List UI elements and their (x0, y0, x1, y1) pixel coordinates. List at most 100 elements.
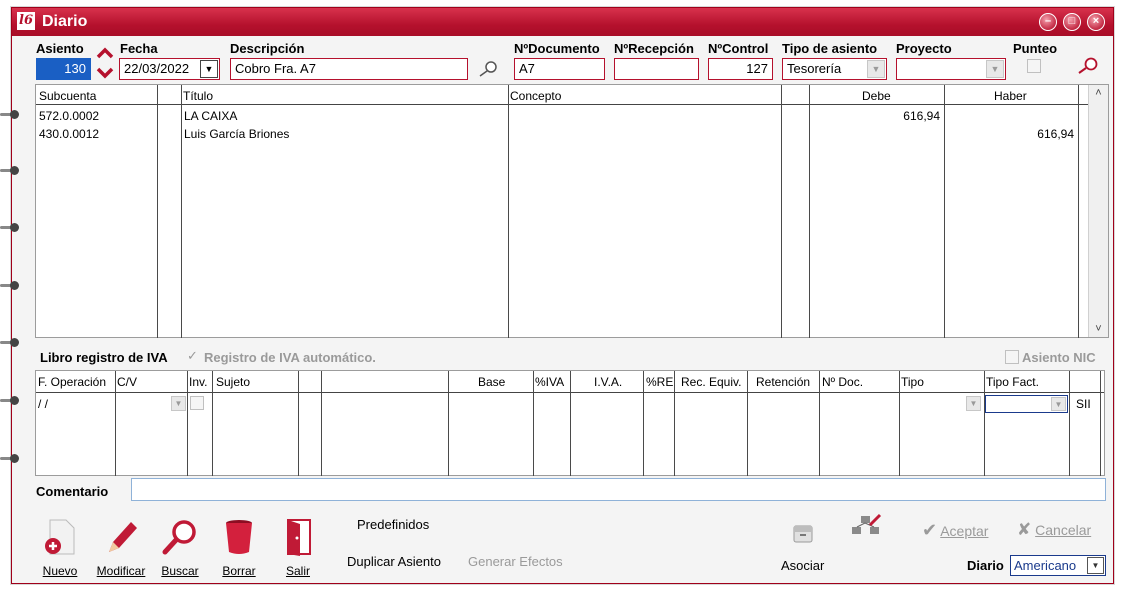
binder-ring-icon (0, 338, 20, 348)
entries-scrollbar[interactable]: ˄ ˅ (1088, 85, 1108, 337)
col-n-doc[interactable]: Nº Doc. (822, 375, 863, 389)
buscar-button[interactable]: Buscar (150, 518, 210, 578)
chevron-down-icon[interactable]: ▼ (986, 60, 1004, 78)
nuevo-button[interactable]: Nuevo (30, 518, 90, 578)
col-retencion[interactable]: Retención (756, 375, 810, 389)
titulo-cell[interactable]: Luis García Briones (184, 127, 289, 141)
tipo-asiento-select[interactable]: Tesorería ▼ (782, 58, 887, 80)
chevron-down-icon[interactable]: ▼ (171, 396, 186, 411)
proyecto-label: Proyecto (896, 41, 952, 56)
aceptar-button[interactable]: ✔ Aceptar (922, 520, 988, 541)
haber-cell[interactable]: 616,94 (1037, 127, 1074, 141)
duplicar-asiento-button[interactable]: Duplicar Asiento (347, 554, 441, 569)
salir-label: Salir (285, 564, 310, 578)
salir-button[interactable]: Salir (268, 518, 328, 578)
magnifier-icon (160, 518, 200, 558)
col-re-pct[interactable]: %RE (646, 375, 673, 389)
tipo-fact-select[interactable]: ▼ (985, 395, 1068, 413)
modificar-label: Modificar (96, 564, 146, 578)
col-subcuenta[interactable]: Subcuenta (39, 89, 96, 103)
punteo-checkbox[interactable] (1027, 59, 1041, 73)
entries-grid[interactable]: Subcuenta Título Concepto Debe Haber 572… (35, 84, 1109, 338)
maximize-icon[interactable]: □ (1063, 13, 1081, 31)
ncontrol-field[interactable]: 127 (708, 58, 773, 80)
col-sujeto[interactable]: Sujeto (216, 375, 250, 389)
scroll-up-icon[interactable]: ˄ (1089, 87, 1108, 99)
proyecto-select[interactable]: ▼ (896, 58, 1006, 80)
cancelar-button[interactable]: ✘ Cancelar (1017, 520, 1091, 540)
col-concepto[interactable]: Concepto (510, 89, 561, 103)
nrecepcion-label: NºRecepción (614, 41, 694, 56)
predefinidos-button[interactable]: Predefinidos (357, 517, 429, 532)
fecha-field[interactable]: 22/03/2022 ▼ (119, 58, 220, 80)
col-tipo-fact[interactable]: Tipo Fact. (986, 375, 1039, 389)
col-f-operacion[interactable]: F. Operación (38, 375, 106, 389)
chevron-down-icon[interactable]: ▼ (1087, 557, 1104, 574)
network-link-icon[interactable] (850, 513, 882, 539)
generar-efectos-button[interactable]: Generar Efectos (468, 554, 563, 569)
sii-cell: SII (1076, 397, 1091, 411)
col-iva[interactable]: I.V.A. (594, 375, 622, 389)
binder-ring-icon (0, 110, 20, 120)
col-haber[interactable]: Haber (994, 89, 1027, 103)
debe-cell[interactable]: 616,94 (903, 109, 940, 123)
libro-iva-label: Libro registro de IVA (40, 350, 168, 365)
borrar-label: Borrar (222, 564, 256, 578)
app-logo-icon: l6 (17, 12, 35, 30)
asociar-button[interactable]: Asociar (781, 558, 824, 573)
borrar-button[interactable]: Borrar (209, 518, 269, 578)
titulo-cell[interactable]: LA CAIXA (184, 109, 237, 123)
col-tipo[interactable]: Tipo (901, 375, 924, 389)
col-titulo[interactable]: Título (183, 89, 213, 103)
close-icon[interactable]: × (1087, 13, 1105, 31)
chevron-down-icon[interactable]: ▼ (867, 60, 885, 78)
ndocumento-field[interactable]: A7 (514, 58, 605, 80)
minimize-icon[interactable]: – (1039, 13, 1057, 31)
subcuenta-cell[interactable]: 430.0.0012 (39, 127, 99, 141)
ndocumento-label: NºDocumento (514, 41, 600, 56)
asiento-nic-checkbox[interactable] (1005, 350, 1019, 364)
col-inv[interactable]: Inv. (189, 375, 207, 389)
title-bar[interactable]: l6 Diario – □ × (12, 8, 1113, 36)
pencil-icon (101, 518, 141, 558)
tipo-asiento-label: Tipo de asiento (782, 41, 878, 56)
f-operacion-cell[interactable]: / / (38, 397, 48, 411)
descripcion-search-icon[interactable] (478, 60, 500, 78)
asiento-field[interactable]: 130 (36, 58, 91, 80)
col-iva-pct[interactable]: %IVA (535, 375, 564, 389)
asiento-nic-label: Asiento NIC (1022, 350, 1096, 365)
col-base[interactable]: Base (478, 375, 505, 389)
nrecepcion-field[interactable] (614, 58, 699, 80)
modificar-button[interactable]: Modificar (91, 518, 151, 578)
asiento-stepper-icon[interactable] (96, 46, 114, 80)
diario-select[interactable]: Americano ▼ (1010, 555, 1106, 576)
scroll-down-icon[interactable]: ˅ (1089, 323, 1108, 335)
archive-box-icon[interactable] (792, 522, 814, 544)
col-cv[interactable]: C/V (117, 375, 137, 389)
cancelar-label: Cancelar (1035, 522, 1092, 538)
chevron-down-icon[interactable]: ▼ (1051, 397, 1066, 411)
buscar-label: Buscar (161, 564, 199, 578)
descripcion-field[interactable]: Cobro Fra. A7 (230, 58, 468, 80)
window-title: Diario (42, 13, 88, 30)
inv-checkbox[interactable] (190, 396, 204, 410)
registro-iva-auto-label: Registro de IVA automático. (204, 350, 376, 365)
iva-grid[interactable]: F. Operación C/V Inv. Sujeto Base %IVA I… (35, 370, 1105, 476)
checkmark-icon[interactable]: ✓ (187, 348, 198, 364)
fecha-value: 22/03/2022 (124, 61, 190, 76)
nuevo-label: Nuevo (42, 564, 78, 578)
binder-ring-icon (0, 396, 20, 406)
calendar-dropdown-icon[interactable]: ▼ (200, 60, 218, 78)
subcuenta-cell[interactable]: 572.0.0002 (39, 109, 99, 123)
binder-ring-icon (0, 281, 20, 291)
cross-icon: ✘ (1017, 520, 1032, 539)
comentario-field[interactable] (131, 478, 1106, 501)
search-icon[interactable] (1076, 56, 1100, 76)
binder-ring-icon (0, 454, 20, 464)
chevron-down-icon[interactable]: ▼ (966, 396, 981, 411)
col-debe[interactable]: Debe (862, 89, 891, 103)
punteo-label: Punteo (1013, 41, 1058, 56)
col-rec-equiv[interactable]: Rec. Equiv. (681, 375, 741, 389)
fecha-label: Fecha (120, 41, 158, 56)
new-document-icon (40, 518, 80, 558)
